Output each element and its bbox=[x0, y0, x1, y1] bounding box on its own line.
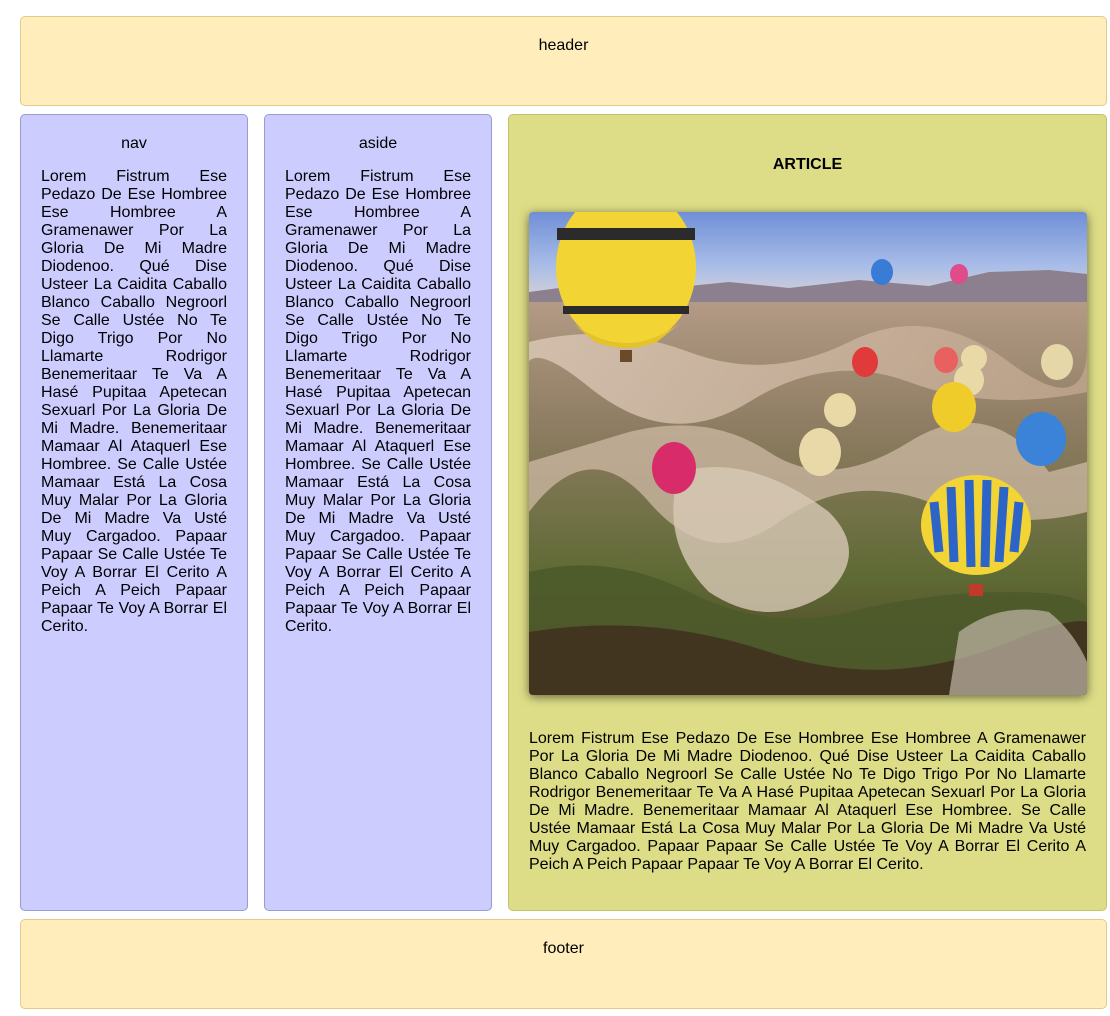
aside-title: aside bbox=[358, 135, 398, 152]
nav-text: Lorem Fistrum Ese Pedazo De Ese Hombree … bbox=[41, 168, 227, 635]
footer-label: footer bbox=[543, 940, 584, 957]
hot-air-balloons-photo bbox=[529, 212, 1087, 695]
article-panel: ARTICLE Lorem Fistrum Ese Pedazo De Ese … bbox=[508, 114, 1107, 911]
page-header: header bbox=[20, 16, 1107, 106]
aside-text: Lorem Fistrum Ese Pedazo De Ese Hombree … bbox=[285, 168, 471, 635]
aside-panel: aside Lorem Fistrum Ese Pedazo De Ese Ho… bbox=[264, 114, 492, 911]
article-text: Lorem Fistrum Ese Pedazo De Ese Hombree … bbox=[529, 730, 1086, 873]
nav-title: nav bbox=[121, 135, 147, 152]
header-label: header bbox=[538, 37, 589, 54]
page-footer: footer bbox=[20, 919, 1107, 1009]
article-title: ARTICLE bbox=[772, 156, 843, 173]
nav-panel: nav Lorem Fistrum Ese Pedazo De Ese Homb… bbox=[20, 114, 248, 911]
